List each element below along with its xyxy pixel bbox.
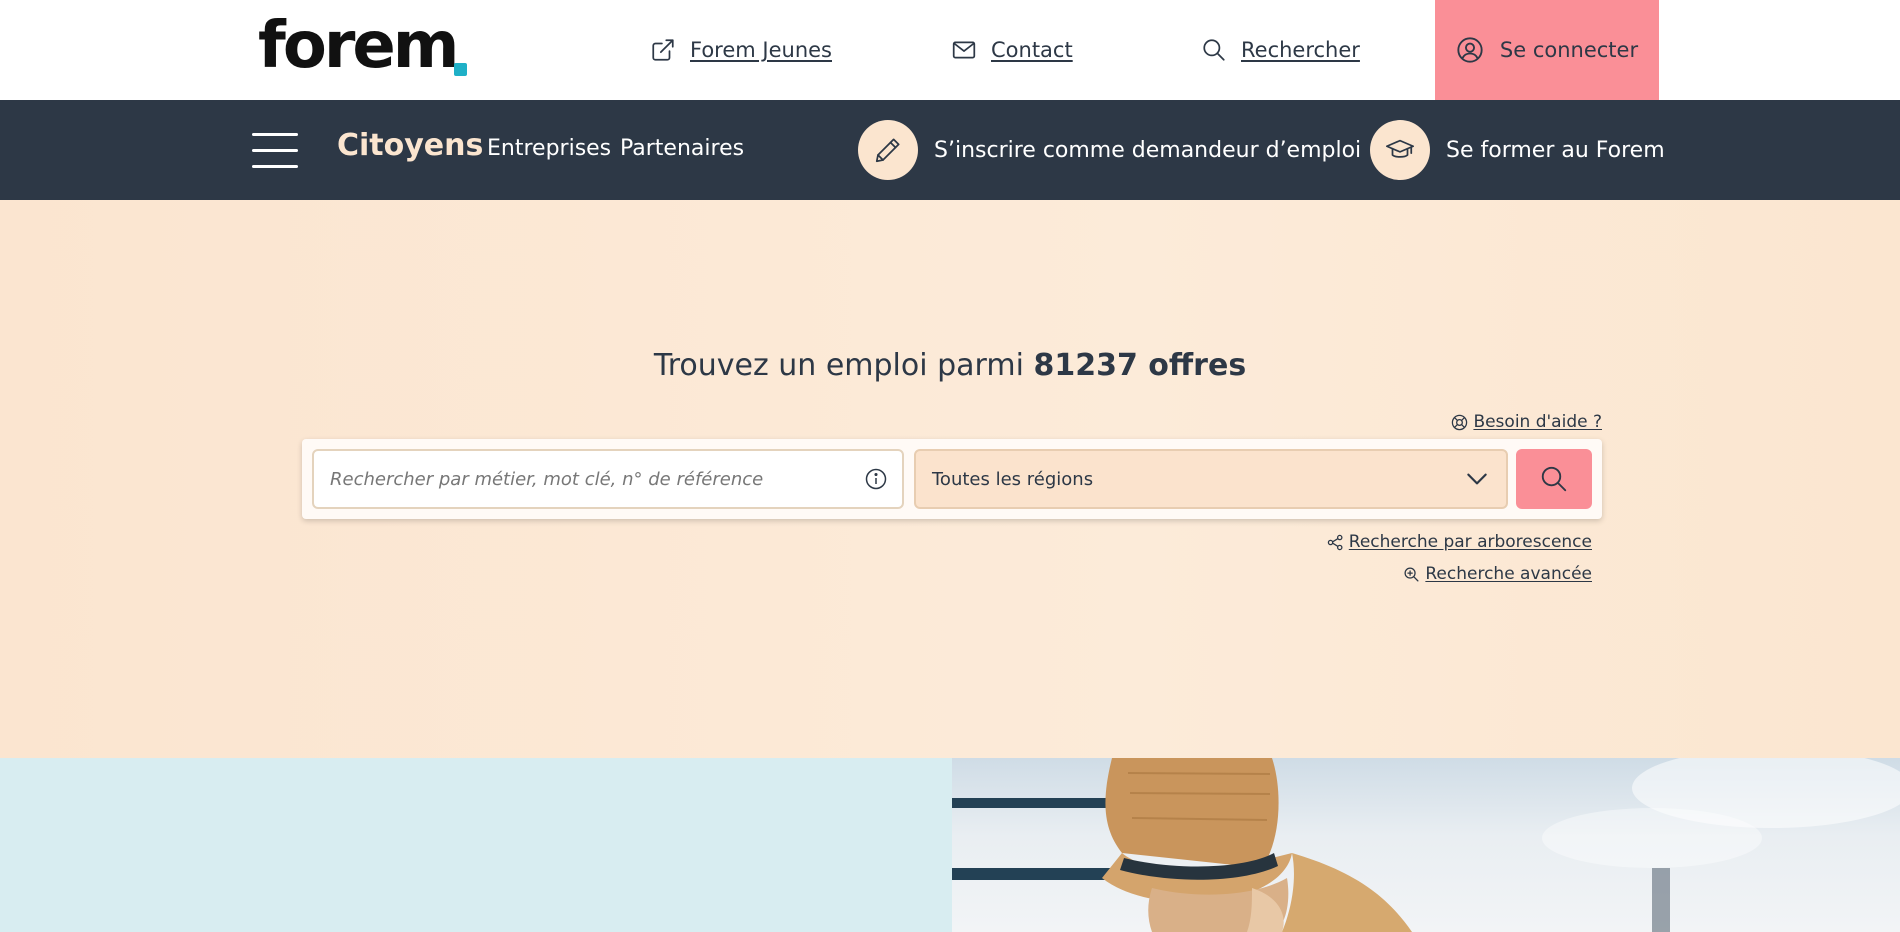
main-navigation: Citoyens Entreprises Partenaires S’inscr… xyxy=(0,100,1900,200)
contact-label: Contact xyxy=(991,38,1073,62)
login-label: Se connecter xyxy=(1499,38,1639,62)
region-select-value: Toutes les régions xyxy=(932,468,1094,490)
hero-title: Trouvez un emploi parmi 81237 offres xyxy=(0,348,1900,383)
register-jobseeker-label: S’inscrire comme demandeur d’emploi xyxy=(934,137,1362,163)
forem-jeunes-label: Forem Jeunes xyxy=(690,38,832,62)
nav-item-citoyens[interactable]: Citoyens xyxy=(337,128,483,163)
promo-banner-left xyxy=(0,758,952,932)
user-circle-icon xyxy=(1457,37,1483,63)
search-icon xyxy=(1203,39,1225,61)
forem-logo[interactable]: forem xyxy=(258,9,468,83)
offer-count: 81237 offres xyxy=(1033,348,1247,383)
logo-dot xyxy=(454,63,468,76)
job-search-hero: Trouvez un emploi parmi 81237 offres Bes… xyxy=(0,200,1900,758)
mail-icon xyxy=(952,41,976,59)
help-link-label: Besoin d'aide ? xyxy=(1473,412,1602,432)
hierarchy-icon xyxy=(1327,534,1343,550)
graduation-cap-icon xyxy=(1370,120,1430,180)
lifebuoy-icon xyxy=(1452,414,1468,430)
info-icon[interactable] xyxy=(864,467,888,491)
advanced-search-label: Recherche avancée xyxy=(1425,564,1592,584)
register-jobseeker-link[interactable]: S’inscrire comme demandeur d’emploi xyxy=(858,119,1361,181)
forem-jeunes-link[interactable]: Forem Jeunes xyxy=(650,30,832,70)
keyword-search-field xyxy=(312,449,904,509)
promo-banner-image xyxy=(952,758,1900,932)
top-header: forem Forem Jeunes Contact Rechercher Se… xyxy=(0,0,1900,100)
advanced-search-link[interactable]: Recherche avancée xyxy=(1403,564,1592,584)
zoom-in-icon xyxy=(1404,566,1419,582)
logo-text: forem xyxy=(258,9,459,83)
contact-link[interactable]: Contact xyxy=(951,30,1073,70)
training-label: Se former au Forem xyxy=(1446,137,1665,163)
tree-search-label: Recherche par arborescence xyxy=(1348,532,1592,552)
nav-item-partenaires[interactable]: Partenaires xyxy=(620,136,744,161)
login-button[interactable]: Se connecter xyxy=(1435,0,1659,100)
search-form: Toutes les régions xyxy=(302,439,1602,519)
hero-title-prefix: Trouvez un emploi parmi xyxy=(653,348,1024,383)
region-select[interactable]: Toutes les régions xyxy=(914,449,1508,509)
search-submit-button[interactable] xyxy=(1516,449,1592,509)
woman-with-hat-photo xyxy=(952,758,1900,932)
keyword-search-input[interactable] xyxy=(328,467,864,491)
external-link-icon xyxy=(652,39,674,61)
search-link[interactable]: Rechercher xyxy=(1201,30,1360,70)
tree-search-link[interactable]: Recherche par arborescence xyxy=(1327,532,1592,552)
training-link[interactable]: Se former au Forem xyxy=(1370,119,1665,181)
help-link[interactable]: Besoin d'aide ? xyxy=(1451,412,1602,432)
nav-item-entreprises[interactable]: Entreprises xyxy=(487,136,611,161)
pencil-icon xyxy=(858,120,918,180)
search-icon xyxy=(1541,466,1567,492)
menu-icon[interactable] xyxy=(252,133,298,169)
search-label: Rechercher xyxy=(1241,38,1360,62)
chevron-down-icon xyxy=(1467,473,1487,485)
